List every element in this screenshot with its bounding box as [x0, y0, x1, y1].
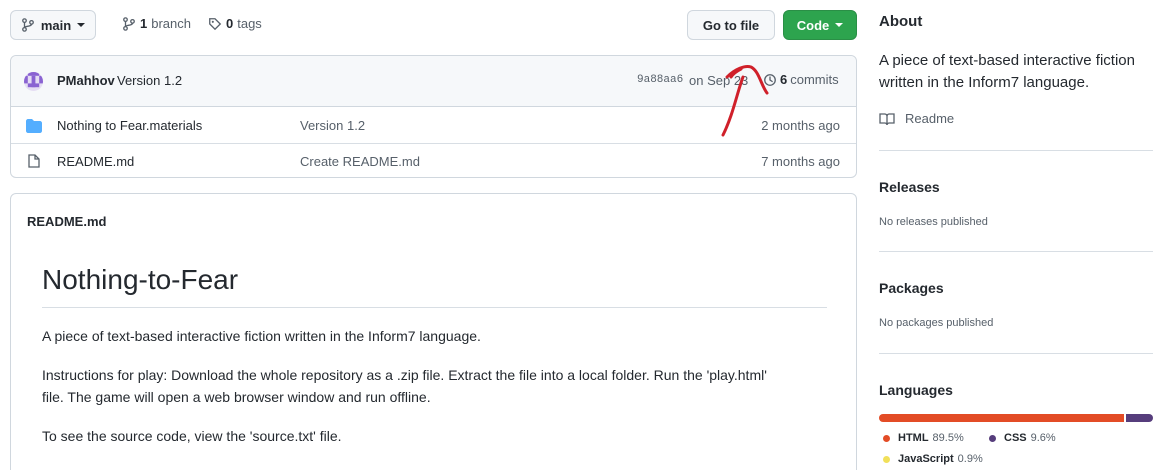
code-button[interactable]: Code: [783, 10, 857, 40]
language-percent: 89.5%: [932, 432, 964, 444]
file-name[interactable]: README.md: [57, 154, 134, 169]
sidebar-divider: [879, 251, 1153, 252]
branch-name: main: [40, 17, 72, 33]
commits-label: commits: [790, 72, 839, 87]
language-name: JavaScript: [898, 453, 954, 465]
readme-filename[interactable]: README.md: [27, 214, 106, 229]
language-name: CSS: [1004, 432, 1027, 444]
releases-heading[interactable]: Releases: [879, 179, 940, 195]
sidebar-divider: [879, 353, 1153, 354]
branches-label: branch: [151, 16, 191, 31]
branch-icon: [123, 16, 135, 31]
readme-link-label: Readme: [905, 111, 955, 126]
packages-empty-text: No packages published: [879, 317, 994, 329]
readme-paragraph-1: A piece of text-based interactive fictio…: [42, 328, 481, 344]
language-name: HTML: [898, 432, 929, 444]
tags-label: tags: [237, 16, 262, 31]
readme-paragraph-3: To see the source code, view the 'source…: [42, 428, 342, 444]
language-item-css[interactable]: CSS 9.6%: [989, 432, 1056, 444]
branch-icon: [21, 18, 34, 32]
branches-count: 1: [140, 16, 148, 31]
readme-link[interactable]: Readme: [879, 111, 954, 126]
annotation-arrow-icon: [721, 65, 769, 137]
language-percent: 0.9%: [957, 453, 983, 465]
readme-paragraph-2: Instructions for play: Download the whol…: [42, 367, 767, 405]
languages-heading: Languages: [879, 382, 953, 398]
sidebar-divider: [879, 150, 1153, 151]
language-percent: 9.6%: [1030, 432, 1056, 444]
releases-empty-text: No releases published: [879, 216, 988, 228]
folder-icon: [26, 119, 42, 133]
language-color-dot: [883, 455, 890, 463]
language-bar-segment: [879, 414, 1125, 422]
file-age: 7 months ago: [761, 153, 840, 169]
avatar[interactable]: [24, 72, 43, 91]
readme-title: Nothing-to-Fear: [42, 264, 239, 295]
chevron-down-icon: [77, 23, 86, 27]
commit-message[interactable]: Version 1.2: [117, 73, 182, 88]
readme-title-divider: [42, 307, 827, 308]
language-item-html[interactable]: HTML 89.5%: [883, 432, 964, 444]
packages-heading[interactable]: Packages: [879, 280, 944, 296]
language-color-dot: [989, 434, 996, 442]
language-item-javascript[interactable]: JavaScript 0.9%: [883, 453, 983, 465]
identicon-icon: [24, 72, 43, 88]
file-icon: [28, 154, 40, 168]
chevron-down-icon: [835, 23, 844, 27]
readme-box: README.md Nothing-to-Fear A piece of tex…: [10, 193, 857, 470]
commit-author[interactable]: PMahhov: [57, 73, 115, 88]
go-to-file-button[interactable]: Go to file: [687, 10, 775, 40]
code-button-label: Code: [796, 17, 830, 33]
file-row-readme[interactable]: README.md Create README.md 7 months ago: [11, 143, 856, 178]
commit-hash[interactable]: 9a88aa6: [637, 74, 683, 86]
language-color-dot: [883, 434, 890, 442]
about-heading: About: [879, 13, 923, 30]
branches-link[interactable]: 1 branch: [122, 16, 191, 31]
book-icon: [879, 112, 895, 125]
file-name[interactable]: Nothing to Fear.materials: [57, 118, 202, 133]
about-description: A piece of text-based interactive fictio…: [879, 52, 1135, 91]
tag-icon: [209, 17, 222, 30]
tags-count: 0: [226, 16, 234, 31]
tags-link[interactable]: 0 tags: [208, 16, 262, 31]
file-commit-message[interactable]: Create README.md: [300, 154, 420, 169]
branch-selector-button[interactable]: main: [10, 10, 96, 40]
file-commit-message[interactable]: Version 1.2: [300, 118, 365, 133]
language-bar-segment: [1126, 414, 1153, 422]
languages-bar: [879, 414, 1153, 422]
